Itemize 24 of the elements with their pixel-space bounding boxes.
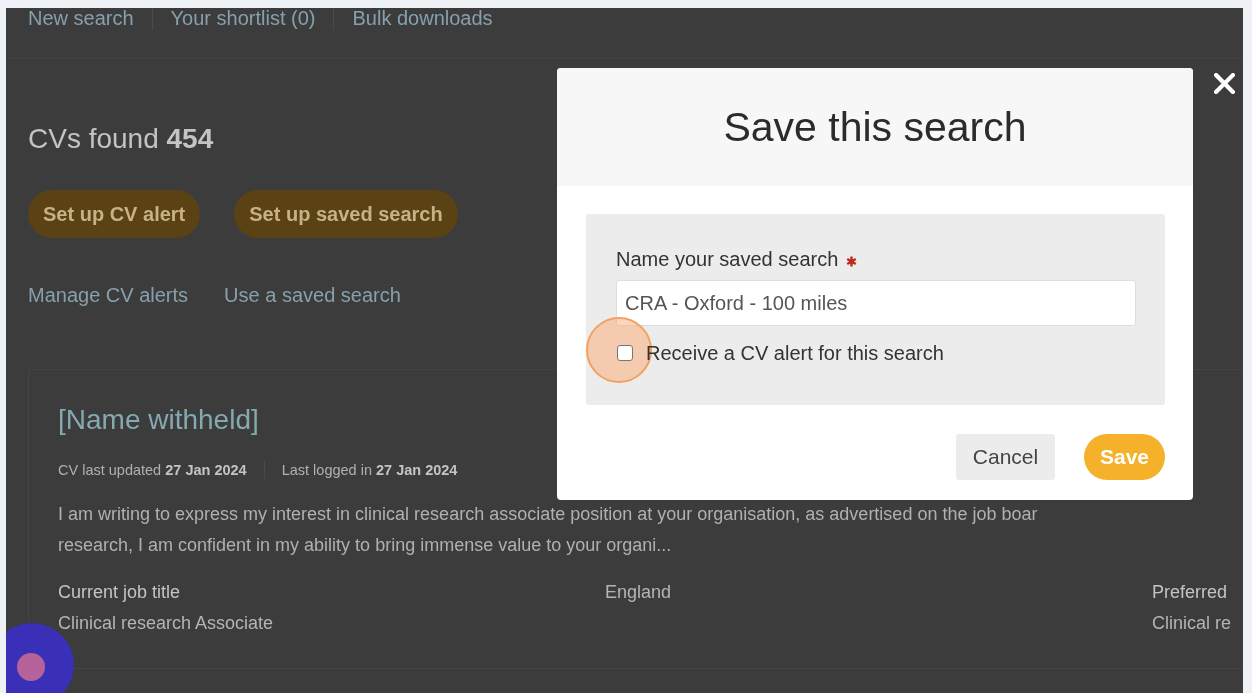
meta-text: Last logged in 27 Jan 2024 <box>281 461 458 479</box>
action-button[interactable]: Set up saved search <box>234 190 458 238</box>
field-value: Clinical research Associate <box>58 612 274 634</box>
cancel-button[interactable]: Cancel <box>956 434 1055 480</box>
field-value: England <box>605 581 672 603</box>
close-icon[interactable] <box>1214 73 1235 94</box>
field-label: Preferred <box>1152 581 1228 603</box>
action-button[interactable]: Set up CV alert <box>28 190 201 238</box>
nav-link[interactable]: Bulk downloads <box>352 8 493 28</box>
nav-link[interactable]: New search <box>28 8 134 28</box>
results-heading: CVs found 454 <box>28 122 214 156</box>
alert-checkbox[interactable] <box>617 345 633 361</box>
nav-link[interactable]: Your shortlist (0) <box>170 8 316 28</box>
name-input-field[interactable]: CRA - Oxford - 100 miles <box>616 280 1136 326</box>
field-label: Current job title <box>58 581 181 603</box>
dialog-title: Save this search <box>723 103 1027 151</box>
summary-text: I am writing to express my interest in clinical research associate position at your organisation, as advertised on the job boar <box>58 503 1038 526</box>
link[interactable]: Use a saved search <box>224 284 401 306</box>
candidate-name-link[interactable]: [Name withheld] <box>58 403 259 437</box>
link[interactable]: Manage CV alerts <box>28 284 189 306</box>
field-value: Clinical re <box>1152 612 1232 634</box>
field-label: Name your saved search <box>616 247 839 271</box>
summary-text: research, I am confident in my ability to bring immense value to your organi... <box>58 534 672 557</box>
meta-text: CV last updated 27 Jan 2024 <box>58 461 247 479</box>
